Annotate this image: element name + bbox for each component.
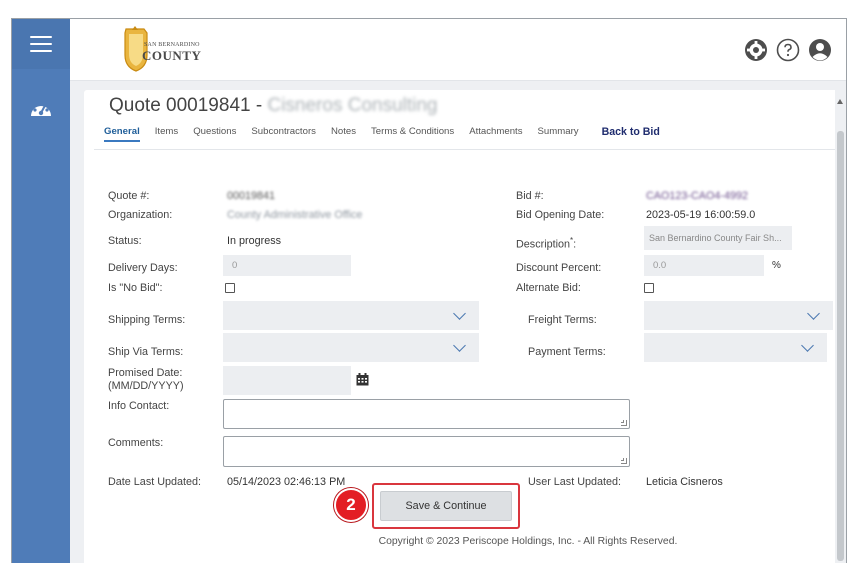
freight-terms-label: Freight Terms: xyxy=(528,314,597,326)
description-input[interactable]: San Bernardino County Fair Sh... xyxy=(644,226,792,250)
save-continue-button[interactable]: Save & Continue xyxy=(380,491,512,521)
comments-textarea[interactable] xyxy=(223,436,630,467)
dashboard-gauge-icon[interactable] xyxy=(29,98,53,118)
comments-label: Comments: xyxy=(108,437,164,449)
tab-items[interactable]: Items xyxy=(155,126,178,140)
percent-sign: % xyxy=(772,260,781,271)
shipping-terms-select[interactable] xyxy=(223,301,479,330)
bid-opening-value: 2023-05-19 16:00:59.0 xyxy=(646,209,756,221)
scrollbar-thumb[interactable] xyxy=(837,131,844,561)
bid-number-value: CAO123-CAO4-4992 xyxy=(646,190,749,202)
ship-via-select[interactable] xyxy=(223,333,479,362)
no-bid-checkbox[interactable] xyxy=(225,283,235,293)
promised-date-format: (MM/DD/YYYY) xyxy=(108,380,184,392)
user-updated-value: Leticia Cisneros xyxy=(646,476,723,488)
save-highlight-box: Save & Continue xyxy=(372,483,520,529)
organization-value: County Administrative Office xyxy=(227,209,363,221)
freight-terms-select[interactable] xyxy=(644,301,833,330)
chevron-down-icon xyxy=(801,339,814,352)
scroll-up-arrow-icon[interactable] xyxy=(837,99,843,104)
date-updated-label: Date Last Updated: xyxy=(108,476,202,488)
hamburger-icon xyxy=(30,36,52,52)
no-bid-label: Is "No Bid": xyxy=(108,282,163,294)
promised-date-label: Promised Date: xyxy=(108,367,183,379)
delivery-days-input[interactable]: 0 xyxy=(223,255,351,276)
hamburger-menu-button[interactable] xyxy=(12,19,70,69)
tab-notes[interactable]: Notes xyxy=(331,126,356,140)
tab-subcontractors[interactable]: Subcontractors xyxy=(251,126,316,140)
description-value: San Bernardino County Fair Sh... xyxy=(649,233,782,243)
tab-terms-conditions[interactable]: Terms & Conditions xyxy=(371,126,454,140)
ship-via-label: Ship Via Terms: xyxy=(108,346,184,358)
copyright-text: Copyright © 2023 Periscope Holdings, Inc… xyxy=(378,536,678,547)
chevron-down-icon xyxy=(453,339,466,352)
calendar-icon[interactable] xyxy=(356,373,369,386)
tab-attachments[interactable]: Attachments xyxy=(469,126,522,140)
step-badge: 2 xyxy=(334,488,368,522)
gear-icon[interactable] xyxy=(744,38,768,62)
delivery-days-value: 0 xyxy=(232,260,238,271)
tab-bar: General Items Questions Subcontractors N… xyxy=(104,126,675,148)
resize-grip-icon xyxy=(621,458,627,464)
delivery-days-label: Delivery Days: xyxy=(108,262,178,274)
resize-grip-icon xyxy=(621,420,627,426)
tab-divider xyxy=(94,149,838,150)
help-icon[interactable] xyxy=(776,38,800,62)
promised-date-input[interactable] xyxy=(223,366,351,395)
bid-opening-label: Bid Opening Date: xyxy=(516,209,605,221)
discount-label: Discount Percent: xyxy=(516,262,602,274)
page-title: Quote 00019841 - Cisneros Consulting xyxy=(109,95,438,117)
quote-card: Quote 00019841 - Cisneros Consulting Gen… xyxy=(84,90,838,563)
tab-summary[interactable]: Summary xyxy=(538,126,579,140)
sidebar xyxy=(12,19,70,563)
back-to-bid-link[interactable]: Back to Bid xyxy=(602,126,660,141)
user-updated-label: User Last Updated: xyxy=(528,476,622,488)
chevron-down-icon xyxy=(453,307,466,320)
bid-number-label: Bid #: xyxy=(516,190,544,202)
description-label: Description*: xyxy=(516,236,577,251)
alternate-bid-label: Alternate Bid: xyxy=(516,282,581,294)
payment-terms-select[interactable] xyxy=(644,333,827,362)
browser-frame: SAN BERNARDINO COUNTY Quote 00019841 - C… xyxy=(11,18,847,563)
alternate-bid-checkbox[interactable] xyxy=(644,283,654,293)
vendor-name: Cisneros Consulting xyxy=(267,95,438,116)
payment-terms-label: Payment Terms: xyxy=(528,346,606,358)
header-icons xyxy=(744,38,832,62)
status-value: In progress xyxy=(227,235,282,247)
top-bar: SAN BERNARDINO COUNTY xyxy=(70,19,846,81)
logo-big-text: COUNTY xyxy=(142,48,202,63)
tab-questions[interactable]: Questions xyxy=(193,126,236,140)
info-contact-textarea[interactable] xyxy=(223,399,630,429)
scrollbar[interactable] xyxy=(835,81,846,563)
date-updated-value: 05/14/2023 02:46:13 PM xyxy=(227,476,346,488)
quote-title: Quote 00019841 - xyxy=(109,95,268,116)
shipping-terms-label: Shipping Terms: xyxy=(108,314,186,326)
quote-number-value: 00019841 xyxy=(227,190,276,202)
info-contact-label: Info Contact: xyxy=(108,400,170,412)
tab-general[interactable]: General xyxy=(104,126,140,142)
discount-value: 0.0 xyxy=(653,260,667,271)
county-logo[interactable]: SAN BERNARDINO COUNTY xyxy=(120,25,202,73)
organization-label: Organization: xyxy=(108,209,173,221)
status-label: Status: xyxy=(108,235,142,247)
discount-input[interactable]: 0.0 xyxy=(644,255,764,276)
chevron-down-icon xyxy=(807,307,820,320)
quote-number-label: Quote #: xyxy=(108,190,150,202)
user-icon[interactable] xyxy=(808,38,832,62)
